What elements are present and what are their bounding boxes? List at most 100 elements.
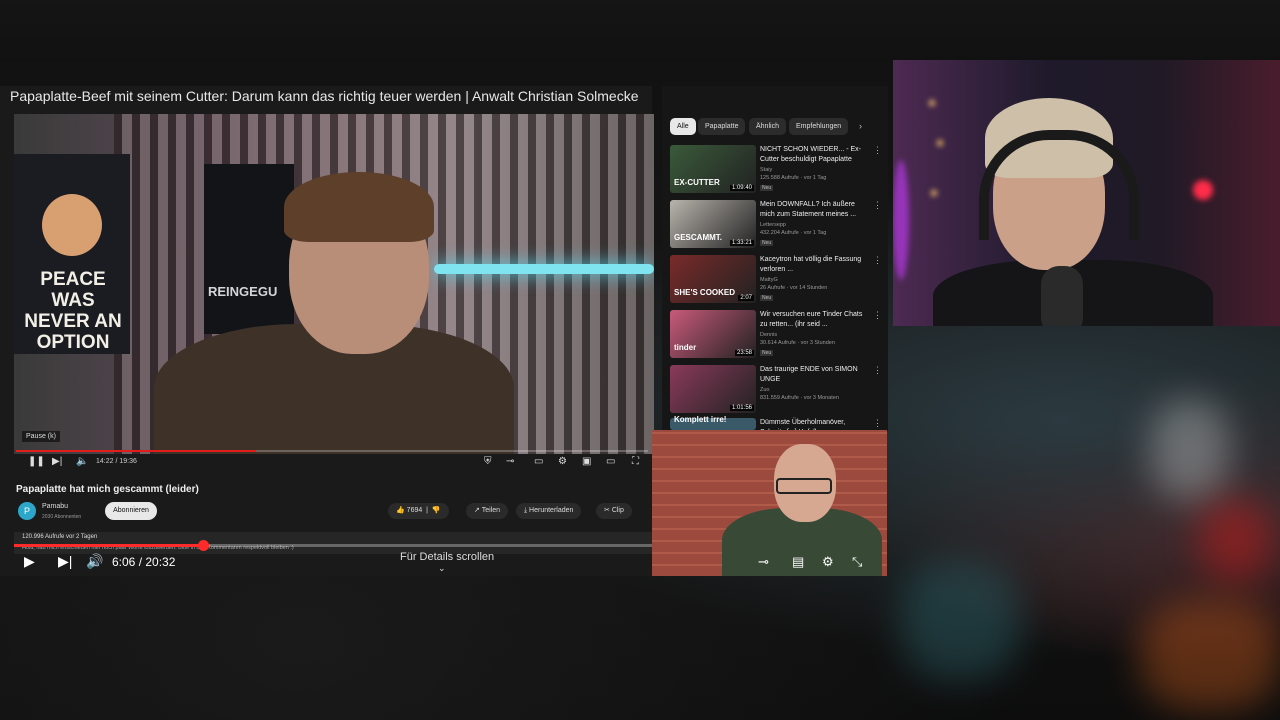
fullscreen-icon[interactable]: ⛶ xyxy=(632,456,639,467)
hamster-image xyxy=(42,194,102,256)
video-title: Papaplatte-Beef mit seinem Cutter: Darum… xyxy=(10,88,639,104)
blurred-browser-bar xyxy=(0,0,1280,62)
recommendation-channel[interactable]: Zuo xyxy=(760,387,769,393)
red-light xyxy=(1193,180,1213,200)
more-vert-icon[interactable]: ⋮ xyxy=(873,310,882,321)
chevron-down-icon[interactable]: ⌄ xyxy=(438,563,446,574)
lawyer-video-overlay[interactable]: ⊸ ▤ ⚙ ⤡ xyxy=(652,430,887,576)
outer-progress-fill xyxy=(14,544,204,547)
duration-badge: 23:58 xyxy=(734,350,754,356)
more-vert-icon[interactable]: ⋮ xyxy=(873,200,882,211)
more-vert-icon[interactable]: ⋮ xyxy=(873,418,882,429)
pause-icon[interactable]: ❚❚ xyxy=(28,456,45,467)
recommendation-channel[interactable]: Lettersepp xyxy=(760,222,786,228)
clip-button[interactable]: ✂ Clip xyxy=(596,503,632,519)
thumbnail-text: GESCAMMT. xyxy=(674,233,722,242)
streamer-webcam xyxy=(893,60,1280,326)
thumbs-down-icon: 👎 xyxy=(431,507,441,514)
theater-icon[interactable]: ▭ xyxy=(606,456,615,467)
time-display: 6:06 / 20:32 xyxy=(112,555,176,569)
fairy-light xyxy=(937,140,943,146)
download-button[interactable]: ⤓ Herunterladen xyxy=(516,503,582,519)
chip-similar[interactable]: Ähnlich xyxy=(749,118,786,135)
autoplay-toggle-icon[interactable]: ⊸ xyxy=(758,554,769,570)
video-thumbnail[interactable]: SHE'S COOKED 2:07 xyxy=(670,255,756,303)
settings-icon[interactable]: ⚙ xyxy=(822,554,834,570)
channel-name[interactable]: Pamabu xyxy=(42,503,68,510)
chip-papaplatte[interactable]: Papaplatte xyxy=(698,118,746,135)
next-icon[interactable]: ▶| xyxy=(58,553,72,570)
subscribe-button[interactable]: Abonnieren xyxy=(105,502,157,520)
video-thumbnail[interactable]: EX-CUTTER 1:09:40 xyxy=(670,145,756,193)
chip-all[interactable]: Alle xyxy=(670,118,696,135)
recommendation-title[interactable]: Kaceytron hat völlig die Fassung verlore… xyxy=(760,255,870,275)
recommendation-title[interactable]: Wir versuchen eure Tinder Chats zu rette… xyxy=(760,310,870,330)
duration-badge: 1:33:21 xyxy=(729,240,754,246)
blurred-shape xyxy=(900,560,1020,680)
recommendation-title[interactable]: NICHT SCHON WIEDER... - Ex-Cutter beschu… xyxy=(760,145,870,165)
fairy-light xyxy=(931,190,937,196)
video-thumbnail[interactable]: tinder 23:58 xyxy=(670,310,756,358)
download-label: Herunterladen xyxy=(529,507,574,514)
outer-progress-bar[interactable] xyxy=(14,540,652,551)
blurred-shape xyxy=(1150,400,1230,500)
chevron-right-icon[interactable]: › xyxy=(859,121,862,131)
share-icon: ↗ xyxy=(474,507,482,514)
play-icon[interactable]: ▶ xyxy=(24,553,35,570)
recommendation-title[interactable]: Mein DOWNFALL? Ich äußere mich zum State… xyxy=(760,200,870,220)
new-badge: Neu xyxy=(760,295,774,301)
recommendation-meta: 125.588 Aufrufe · vor 1 Tag xyxy=(760,175,827,181)
video-frame[interactable]: PEACE WAS NEVER AN OPTION REINGEGU xyxy=(14,114,654,454)
peace-poster: PEACE WAS NEVER AN OPTION xyxy=(14,154,130,354)
recommendation-channel[interactable]: Staiy xyxy=(760,167,772,173)
next-icon[interactable]: ▶| xyxy=(52,456,62,467)
like-count: 7694 xyxy=(406,507,423,514)
scroll-hint[interactable]: Für Details scrollen xyxy=(400,551,494,563)
recommendation-item[interactable]: GESCAMMT. 1:33:21 Mein DOWNFALL? Ich äußer… xyxy=(670,200,884,252)
more-vert-icon[interactable]: ⋮ xyxy=(873,145,882,156)
chip-recommendations[interactable]: Empfehlungen xyxy=(789,118,849,135)
thumbnail-text: tinder xyxy=(674,343,697,352)
new-badge: Neu xyxy=(760,350,774,356)
video-thumbnail[interactable]: Komplett irre! xyxy=(670,415,756,430)
recommendation-item[interactable]: tinder 23:58 Wir versuchen eure Tinder Cha… xyxy=(670,310,884,362)
recommendation-meta: 432.204 Aufrufe · vor 1 Tag xyxy=(760,230,827,236)
views-line: 120.996 Aufrufe vor 2 Tagen xyxy=(22,534,98,540)
person-hair xyxy=(284,172,434,242)
subtitles-icon[interactable]: ▭ xyxy=(534,456,543,467)
video-thumbnail[interactable]: GESCAMMT. 1:33:21 xyxy=(670,200,756,248)
recommendation-title[interactable]: Das traurige ENDE von SIMON UNGE xyxy=(760,365,870,385)
video-thumbnail[interactable]: 1:01:56 xyxy=(670,365,756,413)
hand-poster: REINGEGU xyxy=(204,164,294,334)
settings-icon[interactable]: ⚙ xyxy=(558,456,567,467)
inner-progress-fill xyxy=(16,450,257,452)
thumbs-up-icon: 👍 xyxy=(396,507,407,514)
recommendation-channel[interactable]: Dennis xyxy=(760,332,777,338)
volume-icon[interactable]: 🔊 xyxy=(86,553,103,570)
inner-progress-bar[interactable] xyxy=(16,450,648,452)
subtitles-icon[interactable]: ▤ xyxy=(792,554,804,570)
recommendation-meta: 26 Aufrufe · vor 14 Stunden xyxy=(760,285,828,291)
inner-time: 14:22 / 19:36 xyxy=(96,458,137,465)
more-vert-icon[interactable]: ⋮ xyxy=(873,255,882,266)
shield-icon[interactable]: ⛨ xyxy=(484,456,492,467)
duration-badge: 2:07 xyxy=(738,295,754,301)
recommendation-item[interactable]: 1:01:56 Das traurige ENDE von SIMON UNGE Z… xyxy=(670,365,884,417)
more-vert-icon[interactable]: ⋮ xyxy=(873,365,882,376)
blurred-shape xyxy=(1200,500,1270,580)
recommendation-item[interactable]: EX-CUTTER 1:09:40 NICHT SCHON WIEDER... - … xyxy=(670,145,884,197)
channel-avatar[interactable]: P xyxy=(18,502,36,520)
like-button[interactable]: 👍 7694 | 👎 xyxy=(388,503,449,519)
recommendation-item[interactable]: SHE'S COOKED 2:07 Kaceytron hat völlig die… xyxy=(670,255,884,307)
headphones xyxy=(979,130,1139,240)
blurred-shape xyxy=(1140,600,1280,710)
volume-icon[interactable]: 🔈 xyxy=(76,456,88,467)
recommendation-channel[interactable]: MattyG xyxy=(760,277,778,283)
autoplay-toggle-icon[interactable]: ⊸ xyxy=(506,456,514,467)
miniplayer-icon[interactable]: ▣ xyxy=(582,456,591,467)
share-button[interactable]: ↗ Teilen xyxy=(466,503,508,519)
glasses xyxy=(776,478,832,494)
exit-fullscreen-icon[interactable]: ⤡ xyxy=(852,554,862,570)
duration-badge: 1:09:40 xyxy=(729,185,754,191)
poster2-text: REINGEGU xyxy=(208,284,278,299)
